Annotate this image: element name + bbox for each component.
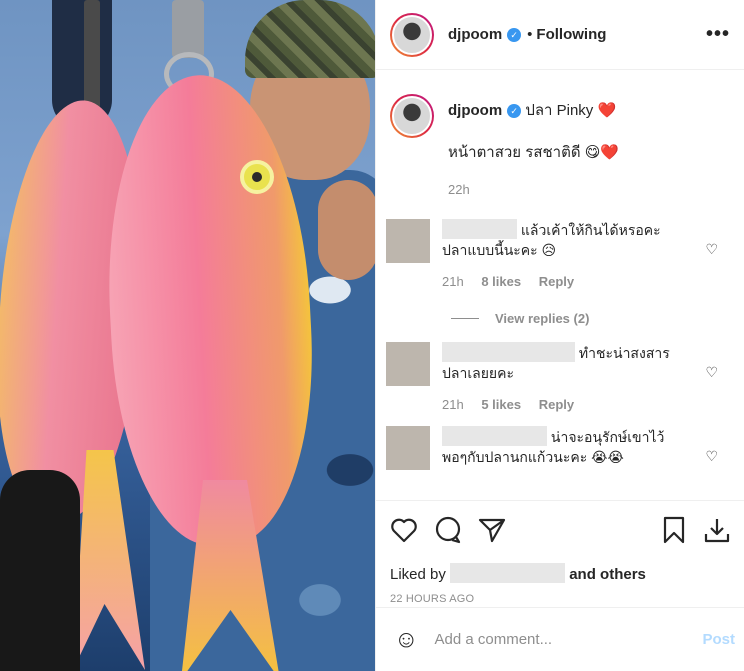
comment-text-line2: พอๆกับปลานกแก้วนะคะ 😭😭 [442,449,624,465]
share-icon[interactable] [478,517,506,543]
photo-fish-eye [240,160,274,194]
caption-line: djpoom ✓ ปลา Pinky ❤️ [448,98,619,122]
caption-text: หน้าตาสวย รสชาติดี 😋❤️ [448,144,620,161]
comment-icon[interactable] [434,516,462,544]
caption-time[interactable]: 22h [448,182,619,197]
comment-like-heart-icon[interactable]: ♡ [705,241,718,258]
emoji-icon[interactable]: ☺ [394,626,419,654]
comment-like-heart-icon[interactable]: ♡ [705,448,718,465]
comment-body: น่าจะอนุรักษ์เขาไว้ พอๆกับปลานกแก้วนะคะ … [442,426,730,470]
comment-input[interactable]: Add a comment... [435,631,703,648]
comment-text-line2: ปลาเลยยคะ [442,365,514,381]
comment-body: ทำชะน่าสงสาร ปลาเลยยคะ 21h 5 likes Reply [442,342,730,412]
comment-likes[interactable]: 5 likes [481,397,521,412]
comment-text-line1: น่าจะอนุรักษ์เขาไว้ [550,429,665,445]
comment-item: น่าจะอนุรักษ์เขาไว้ พอๆกับปลานกแก้วนะคะ … [376,426,744,470]
comment-avatar[interactable] [386,426,430,470]
post-header: djpoom ✓ • Following ••• [376,0,744,70]
bookmark-icon[interactable] [663,516,685,544]
post-button[interactable]: Post [702,631,735,648]
more-options-icon[interactable]: ••• [706,23,730,46]
header-avatar[interactable] [390,12,434,57]
add-comment-bar: ☺ Add a comment... Post [376,607,744,671]
avatar-image [392,96,432,136]
comment-item: ทำชะน่าสงสาร ปลาเลยยคะ 21h 5 likes Reply… [376,342,744,412]
caption-username[interactable]: djpoom [448,102,502,119]
comment-text-line1: แล้วเค้าให้กินได้หรอคะ [520,222,661,238]
photo-hand [318,180,375,280]
comment-avatar[interactable] [386,342,430,386]
comment-body: แล้วเค้าให้กินได้หรอคะ ปลาแบบนี้นะคะ 😥 2… [442,219,730,289]
comment-item: แล้วเค้าให้กินได้หรอคะ ปลาแบบนี้นะคะ 😥 2… [376,219,744,289]
redacted-username [442,426,547,446]
comment-text-line2: ปลาแบบนี้นะคะ 😥 [442,242,557,258]
verified-icon: ✓ [507,27,522,42]
comment-text: แล้วเค้าให้กินได้หรอคะ ปลาแบบนี้นะคะ 😥 [442,219,700,260]
view-replies-label: View replies (2) [495,311,590,326]
liked-by-prefix: Liked by [390,566,446,583]
redacted-username [442,219,517,239]
view-replies-line [451,318,479,319]
caption-body: djpoom ✓ ปลา Pinky ❤️ หน้าตาสวย รสชาติดี … [448,94,619,197]
photo-cap [245,0,375,78]
redacted-liker [450,563,566,583]
comment-meta: 21h 5 likes Reply [442,397,700,412]
download-icon[interactable] [703,516,731,544]
reply-button[interactable]: Reply [539,397,574,412]
comment-time[interactable]: 21h [442,274,464,289]
post-time-ago[interactable]: 22 HOURS AGO [390,593,731,605]
photo-bag [0,470,80,671]
comment-avatar[interactable] [386,219,430,263]
reply-button[interactable]: Reply [539,274,574,289]
comment-meta: 21h 8 likes Reply [442,274,700,289]
comment-likes[interactable]: 8 likes [481,274,521,289]
redacted-username [442,342,575,362]
post-photo[interactable] [0,0,375,671]
post-caption: djpoom ✓ ปลา Pinky ❤️ หน้าตาสวย รสชาติดี … [376,70,744,197]
comment-text: น่าจะอนุรักษ์เขาไว้ พอๆกับปลานกแก้วนะคะ … [442,426,700,467]
caption-avatar[interactable] [390,94,434,138]
comment-time[interactable]: 21h [442,397,464,412]
action-icons [390,515,731,545]
heart-icon[interactable] [390,517,418,543]
photo-scale [172,0,204,58]
liked-by: Liked by and others [390,563,731,583]
verified-icon: ✓ [507,104,522,118]
avatar-image [392,14,432,55]
comment-text-line1: ทำชะน่าสงสาร [578,345,670,361]
post-actions: Liked by and others 22 HOURS AGO [376,500,744,605]
comment-text: ทำชะน่าสงสาร ปลาเลยยคะ [442,342,700,383]
post-panel: djpoom ✓ • Following ••• djpoom ✓ ปลา Pin… [375,0,744,671]
liked-by-others[interactable]: and others [569,566,646,583]
comment-like-heart-icon[interactable]: ♡ [705,364,718,381]
header-separator: • [527,26,533,43]
following-button[interactable]: Following [536,26,606,43]
view-replies-button[interactable]: View replies (2) [451,311,744,326]
header-username[interactable]: djpoom [448,26,502,43]
comments-section[interactable]: djpoom ✓ ปลา Pinky ❤️ หน้าตาสวย รสชาติดี … [376,70,744,500]
caption-title: ปลา Pinky ❤️ [525,102,617,119]
